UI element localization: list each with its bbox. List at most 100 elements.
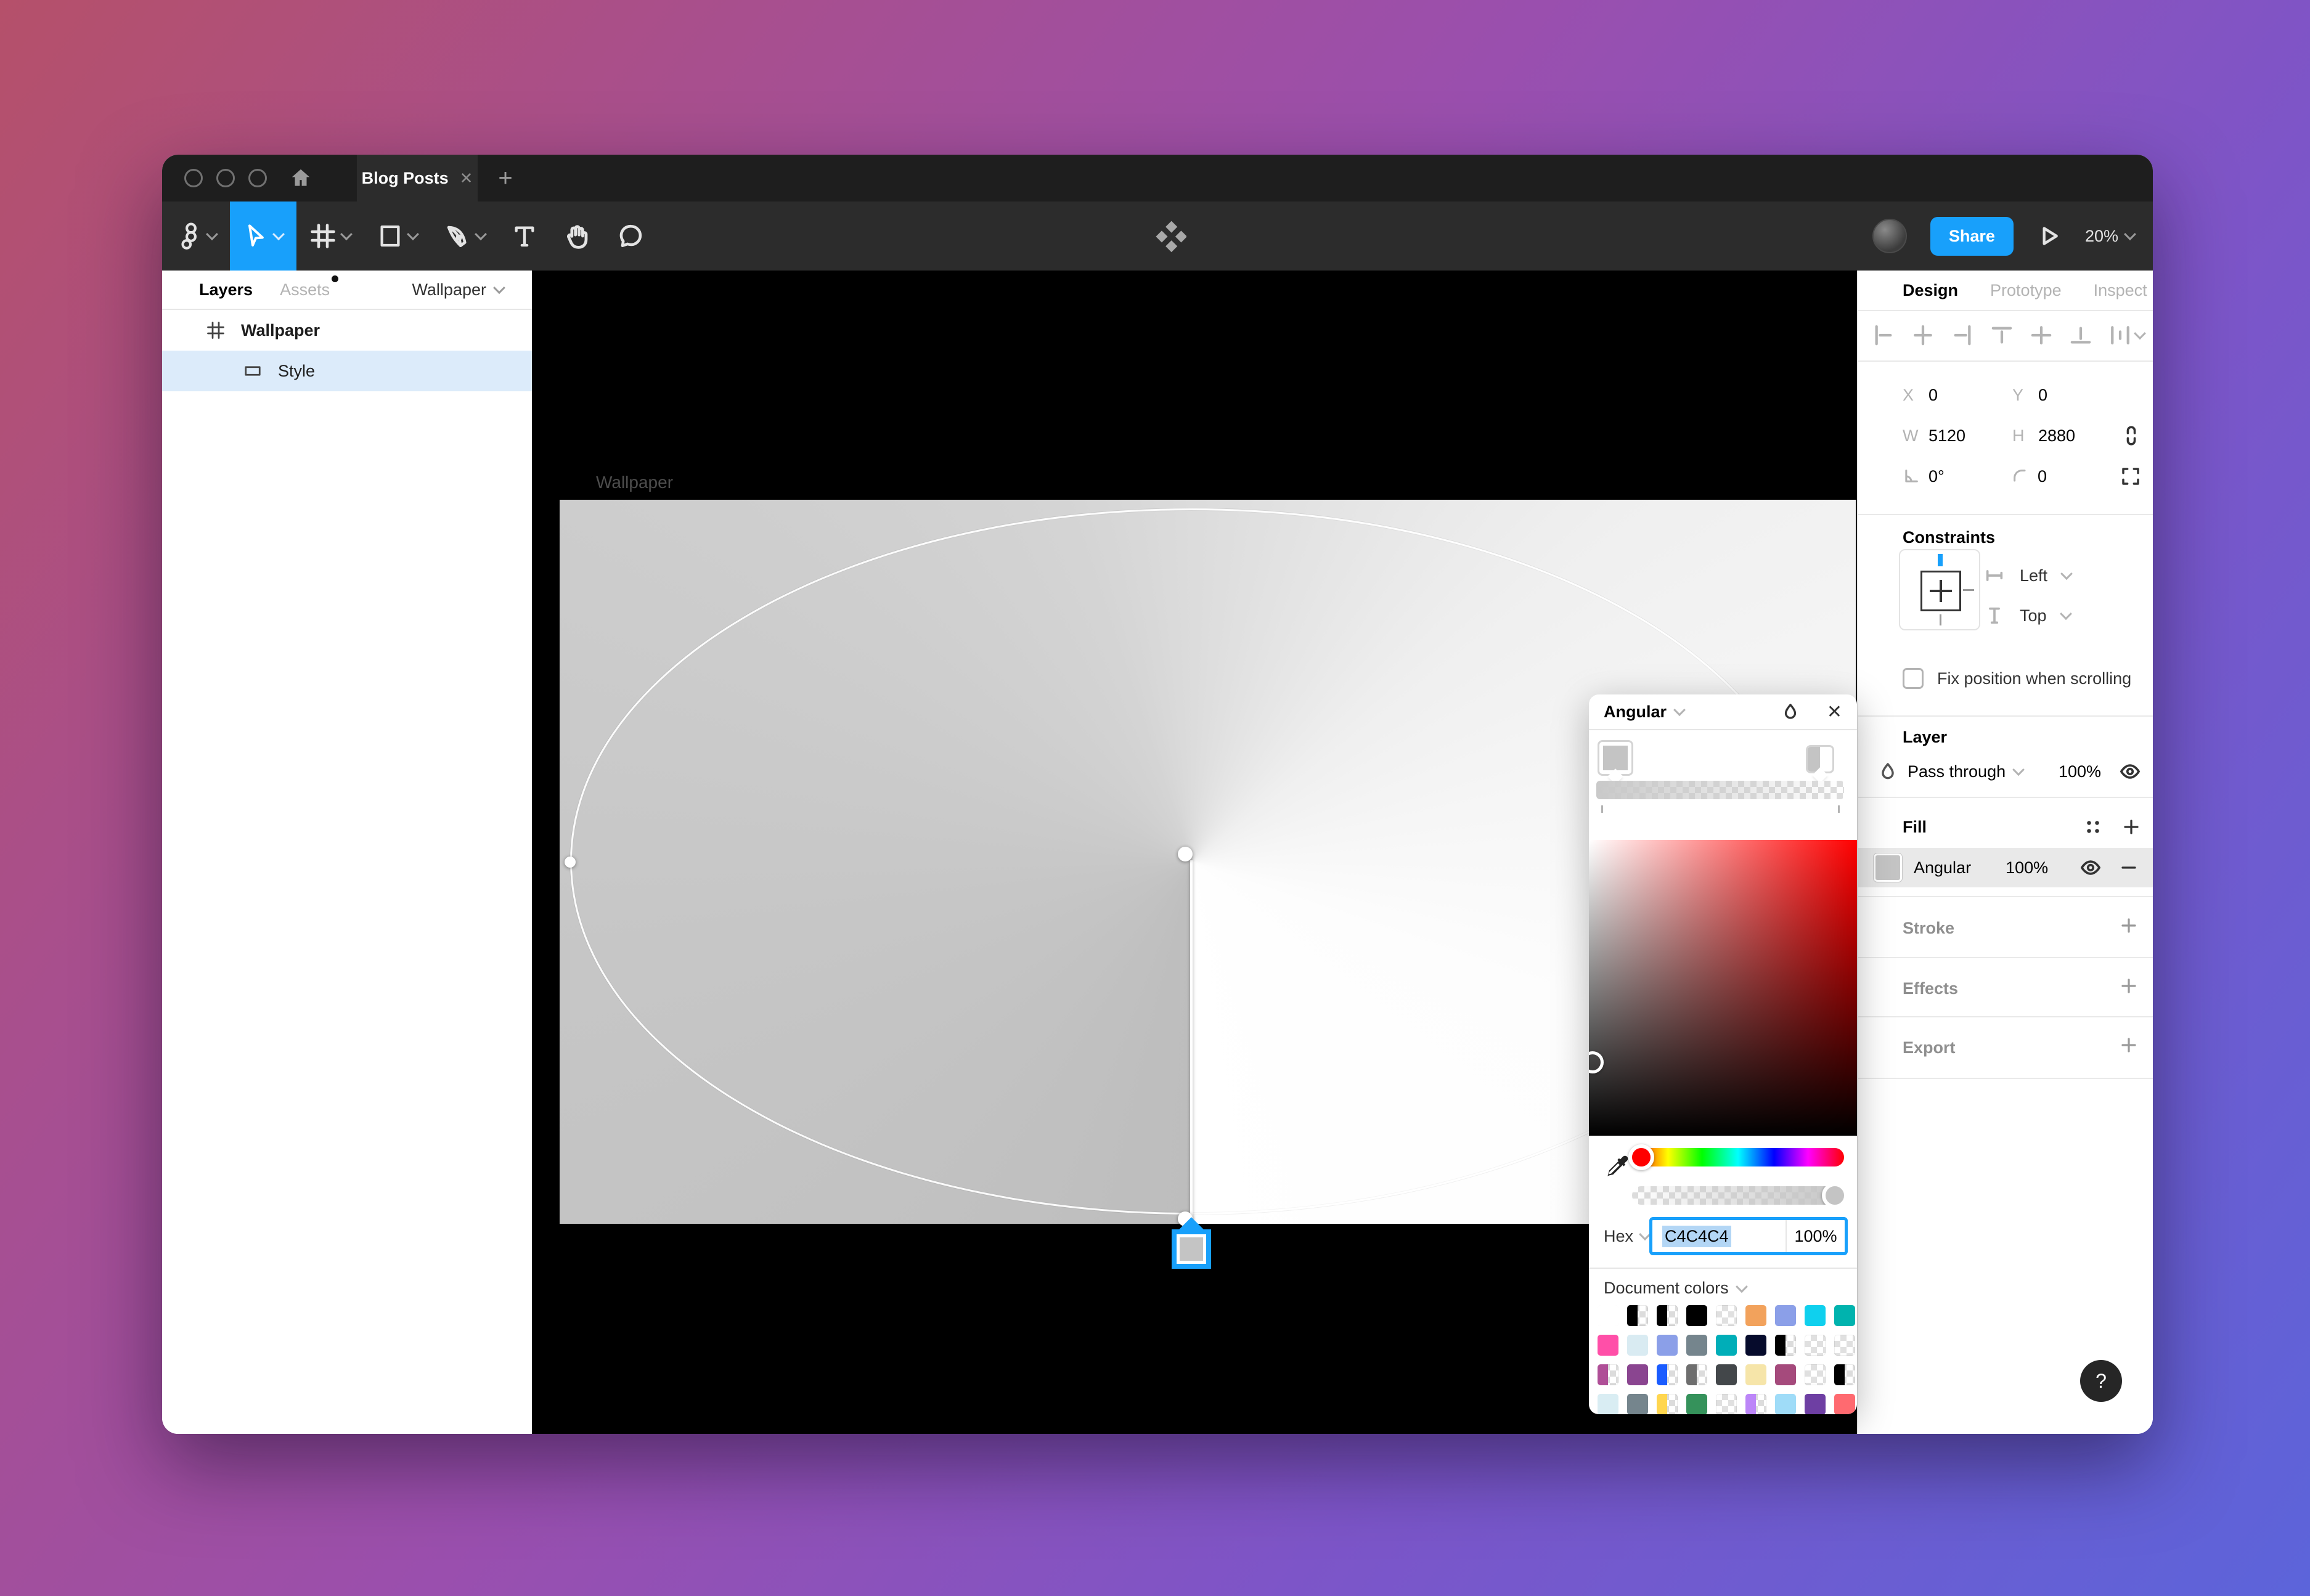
color-swatch[interactable] [1686,1364,1707,1385]
color-swatch[interactable] [1598,1305,1618,1326]
independent-corners-icon[interactable] [2121,466,2141,486]
close-picker-icon[interactable]: ✕ [1827,701,1842,723]
rotation-field[interactable]: 0° [1903,467,2012,486]
fill-styles-icon[interactable] [2085,819,2101,835]
minimize-window-button[interactable] [216,169,235,187]
color-swatch[interactable] [1745,1394,1766,1414]
color-field-cursor[interactable] [1589,1051,1604,1073]
fix-position-checkbox[interactable] [1903,668,1924,689]
fill-visibility-eye-icon[interactable] [2080,857,2101,878]
color-format-select[interactable]: Hex [1604,1227,1649,1246]
present-button[interactable] [2037,224,2062,248]
frame-label[interactable]: Wallpaper [596,473,673,492]
opacity-input[interactable]: 100% [1786,1220,1845,1252]
zoom-window-button[interactable] [248,169,267,187]
color-swatch[interactable] [1598,1364,1618,1385]
color-swatch[interactable] [1716,1394,1737,1414]
tab-inspect[interactable]: Inspect [2094,281,2147,300]
alpha-slider[interactable] [1632,1186,1844,1205]
color-swatch[interactable] [1805,1394,1826,1414]
layer-opacity-value[interactable]: 100% [2059,762,2101,781]
avatar[interactable] [1872,219,1907,253]
y-field[interactable]: Y 0 [2012,386,2122,405]
color-swatch[interactable] [1745,1364,1766,1385]
tab-layers[interactable]: Layers [199,280,253,299]
color-swatch[interactable] [1598,1335,1618,1356]
alpha-slider-thumb[interactable] [1822,1186,1844,1205]
gradient-stops-bar[interactable] [1596,781,1844,799]
color-swatch[interactable] [1716,1335,1737,1356]
resources-icon[interactable] [1153,202,1186,271]
gradient-center-handle[interactable] [1178,847,1193,861]
text-tool-button[interactable] [499,202,550,271]
color-swatch[interactable] [1745,1335,1766,1356]
fill-opacity[interactable]: 100% [2006,858,2048,877]
color-swatch[interactable] [1834,1335,1855,1356]
color-swatch[interactable] [1805,1305,1826,1326]
color-swatch[interactable] [1657,1335,1678,1356]
color-swatch[interactable] [1657,1394,1678,1414]
width-field[interactable]: W 5120 [1903,426,2012,446]
main-menu-button[interactable] [162,202,230,271]
vertical-constraint-select[interactable]: Top [1984,605,2070,626]
align-vertical-center-icon[interactable] [2031,325,2052,346]
close-window-button[interactable] [184,169,203,187]
align-left-icon[interactable] [1873,325,1894,346]
zoom-control[interactable]: 20% [2085,227,2134,246]
color-swatch[interactable] [1657,1305,1678,1326]
color-swatch[interactable] [1686,1305,1707,1326]
comment-tool-button[interactable] [605,202,658,271]
color-swatch[interactable] [1834,1305,1855,1326]
add-effect-icon[interactable] [2120,977,2138,995]
color-swatch[interactable] [1627,1335,1648,1356]
color-swatch[interactable] [1834,1364,1855,1385]
distribute-menu-button[interactable] [2110,325,2144,346]
fill-row-angular[interactable]: Angular 100% [1858,848,2153,887]
pen-tool-button[interactable] [431,202,499,271]
horizontal-constraint-select[interactable]: Left [1984,565,2071,586]
frame-tool-button[interactable] [296,202,364,271]
add-export-icon[interactable] [2120,1036,2138,1054]
color-swatch[interactable] [1657,1364,1678,1385]
tab-assets[interactable]: Assets [280,280,330,299]
align-bottom-icon[interactable] [2070,325,2091,346]
layer-row-wallpaper[interactable]: Wallpaper [162,310,532,351]
home-button[interactable] [267,155,335,202]
height-field[interactable]: H 2880 [2012,426,2122,446]
corner-radius-field[interactable]: 0 [2012,467,2121,486]
color-swatch[interactable] [1745,1305,1766,1326]
color-swatch[interactable] [1834,1394,1855,1414]
tab-blog-posts[interactable]: Blog Posts ✕ [357,155,478,202]
blend-mode-value[interactable]: Pass through [1908,762,2006,781]
align-right-icon[interactable] [1952,325,1973,346]
color-swatch[interactable] [1775,1305,1796,1326]
align-top-icon[interactable] [1991,325,2012,346]
layer-row-style[interactable]: Style [162,351,532,391]
color-swatch[interactable] [1805,1364,1826,1385]
color-swatch[interactable] [1716,1364,1737,1385]
tab-close-icon[interactable]: ✕ [460,169,473,188]
move-tool-button[interactable] [230,202,296,271]
new-tab-button[interactable]: + [478,155,533,202]
constraint-top-active-tick[interactable] [1938,554,1943,566]
color-swatch[interactable] [1775,1335,1796,1356]
gradient-type-select[interactable]: Angular [1604,702,1667,722]
document-colors-toggle[interactable]: Document colors [1604,1279,1746,1298]
gradient-axis-line[interactable] [1190,860,1193,1225]
eyedropper-icon[interactable] [1604,1153,1631,1180]
color-swatch[interactable] [1627,1364,1648,1385]
tab-prototype[interactable]: Prototype [1990,281,2062,300]
hue-slider[interactable] [1632,1148,1844,1166]
add-fill-icon[interactable] [2122,818,2141,836]
color-swatch[interactable] [1775,1364,1796,1385]
x-field[interactable]: X 0 [1903,386,2012,405]
layer-visibility-eye-icon[interactable] [2120,761,2141,782]
constraints-widget[interactable] [1899,549,1980,630]
page-selector[interactable]: Wallpaper [412,280,504,299]
fill-color-swatch[interactable] [1875,855,1900,880]
hue-slider-thumb[interactable] [1628,1144,1654,1170]
color-swatch[interactable] [1716,1305,1737,1326]
shape-tool-button[interactable] [364,202,431,271]
color-swatch[interactable] [1598,1394,1618,1414]
blend-mode-icon[interactable] [1878,762,1898,781]
